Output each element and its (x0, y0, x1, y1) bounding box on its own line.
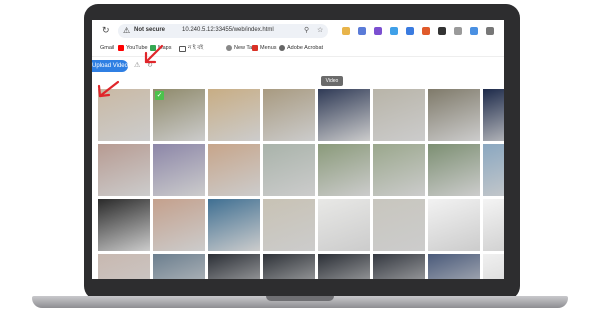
arrow-to-icons (144, 44, 164, 64)
annotation-arrows (97, 44, 164, 98)
arrow-to-upload (97, 80, 120, 98)
